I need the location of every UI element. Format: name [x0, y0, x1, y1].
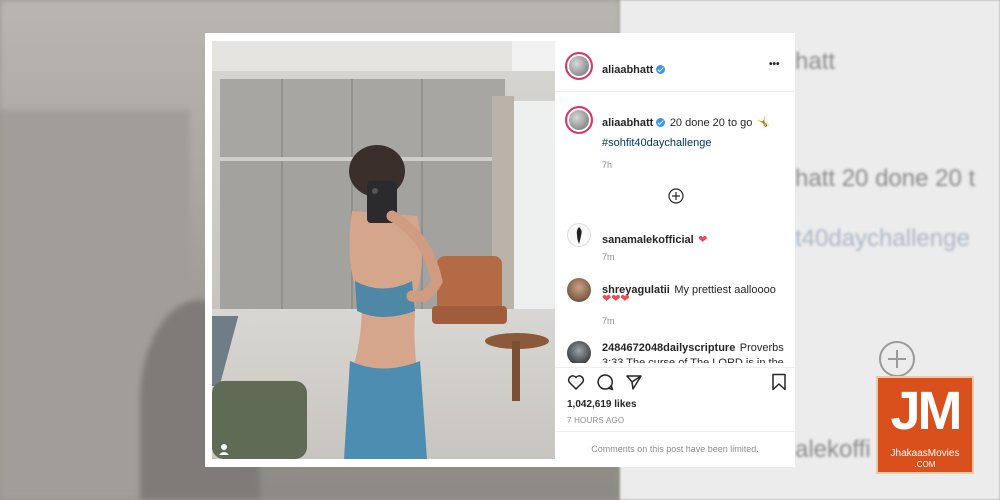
post-image[interactable] — [212, 41, 555, 459]
footer-divider — [555, 431, 795, 432]
more-options-icon[interactable]: ••• — [769, 59, 780, 70]
comment-username[interactable]: 2484672048dailyscripture — [602, 342, 735, 354]
backdrop-commenter: alekoffi — [795, 436, 871, 463]
post-side-panel: aliaabhatt ••• aliaabhatt 20 done 20 to … — [555, 41, 795, 459]
heart-emoji: ❤❤❤ — [602, 293, 630, 305]
comment-time: 7m — [602, 316, 615, 326]
comment-text: My prettiest aalloooo — [674, 284, 776, 296]
tagged-user-icon[interactable] — [218, 443, 230, 455]
load-more-comments-icon[interactable] — [668, 188, 684, 204]
watermark-site-name: JhakaasMovies — [890, 448, 960, 459]
comment-line: sanamalekofficial ❤ — [602, 230, 707, 248]
comment-clip: 2484672048dailyscripture Proverbs 3:33 T… — [555, 337, 795, 363]
bookmark-icon[interactable] — [771, 373, 787, 391]
comment-line: 2484672048dailyscripture Proverbs 3:33 T… — [602, 340, 790, 363]
header-divider — [555, 91, 795, 92]
jhakaasmovies-logo: JM JhakaasMovies .COM — [876, 376, 974, 474]
backdrop-hashtag: t40daychallenge — [795, 225, 970, 252]
author-header: aliaabhatt — [602, 60, 666, 78]
author-username[interactable]: aliaabhatt — [602, 64, 653, 76]
verified-badge-icon — [656, 65, 666, 74]
backdrop-username: hatt — [795, 48, 836, 75]
backdrop-caption: hatt 20 done 20 t — [795, 165, 976, 192]
heart-emoji: ❤ — [698, 234, 708, 246]
author-avatar-icon[interactable] — [565, 52, 593, 80]
actions-divider — [555, 367, 795, 368]
caption-emoji: 🤸 — [756, 117, 771, 129]
comments-limited-notice: Comments on this post have been limited. — [591, 444, 759, 454]
comment-avatar-icon[interactable] — [567, 278, 591, 302]
posted-time: 7 HOURS AGO — [567, 416, 625, 425]
post-modal: aliaabhatt ••• aliaabhatt 20 done 20 to … — [205, 33, 795, 467]
send-icon[interactable] — [625, 373, 643, 391]
caption-time: 7h — [602, 160, 613, 170]
caption-avatar-icon[interactable] — [565, 106, 593, 134]
comment-time: 7m — [602, 252, 615, 262]
caption-text: 20 done 20 to go — [669, 117, 753, 129]
comment-avatar-icon[interactable] — [567, 341, 591, 363]
caption-hashtag[interactable]: #sohfit40daychallenge — [602, 137, 711, 149]
caption-verified-icon — [656, 118, 666, 127]
watermark-logo-text: JM — [890, 381, 962, 441]
comment-username[interactable]: sanamalekofficial — [602, 234, 694, 246]
comment-icon[interactable] — [596, 373, 614, 391]
backdrop-plus-icon — [879, 341, 915, 377]
comment-avatar-icon[interactable] — [567, 223, 591, 247]
likes-count[interactable]: 1,042,619 likes — [567, 399, 637, 410]
like-heart-icon[interactable] — [567, 373, 585, 391]
watermark-tld: .COM — [914, 460, 936, 469]
caption-username[interactable]: aliaabhatt — [602, 117, 653, 129]
caption-line: aliaabhatt 20 done 20 to go 🤸 — [602, 113, 787, 131]
